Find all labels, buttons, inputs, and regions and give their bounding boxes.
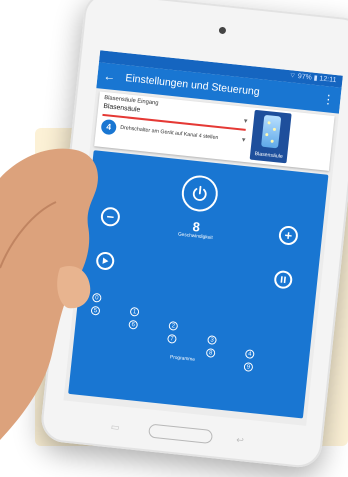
- camera-icon: [218, 26, 227, 35]
- device-thumbnail: Blasensäule: [249, 109, 292, 164]
- program-button[interactable]: 4: [244, 349, 255, 360]
- pause-button[interactable]: [273, 269, 294, 290]
- battery-level: 97%: [297, 73, 313, 82]
- bubble-column-icon: [261, 114, 282, 149]
- chevron-down-icon[interactable]: ▼: [240, 137, 247, 144]
- program-button[interactable]: 7: [167, 333, 177, 344]
- program-button[interactable]: 8: [205, 348, 216, 358]
- pause-icon: [280, 276, 286, 284]
- program-button[interactable]: 3: [207, 335, 217, 345]
- speed-increase-button[interactable]: +: [277, 225, 299, 246]
- program-button[interactable]: 9: [243, 362, 254, 372]
- program-button[interactable]: 2: [168, 320, 179, 331]
- back-arrow-icon[interactable]: ←: [103, 69, 120, 85]
- hand: [0, 148, 98, 441]
- programs-label: Programme: [169, 355, 196, 363]
- device-name: Blasensäule: [254, 150, 284, 160]
- wifi-icon: ⌔: [288, 72, 297, 80]
- program-button[interactable]: 6: [128, 319, 139, 330]
- back-key-icon[interactable]: ↩: [236, 435, 245, 447]
- power-icon: [192, 185, 207, 201]
- program-button[interactable]: 1: [129, 306, 140, 317]
- power-button[interactable]: [180, 173, 220, 214]
- chevron-down-icon[interactable]: ▼: [242, 119, 249, 126]
- input-dropdown[interactable]: Blasensäule: [103, 103, 141, 114]
- clock: 12:11: [319, 75, 337, 85]
- more-options-icon[interactable]: ⋮: [322, 92, 335, 107]
- channel-hint: Drehschalter am Gerät auf Kanal 4 stelle…: [119, 124, 219, 142]
- battery-icon: ▮: [313, 74, 318, 83]
- home-button[interactable]: [148, 423, 214, 445]
